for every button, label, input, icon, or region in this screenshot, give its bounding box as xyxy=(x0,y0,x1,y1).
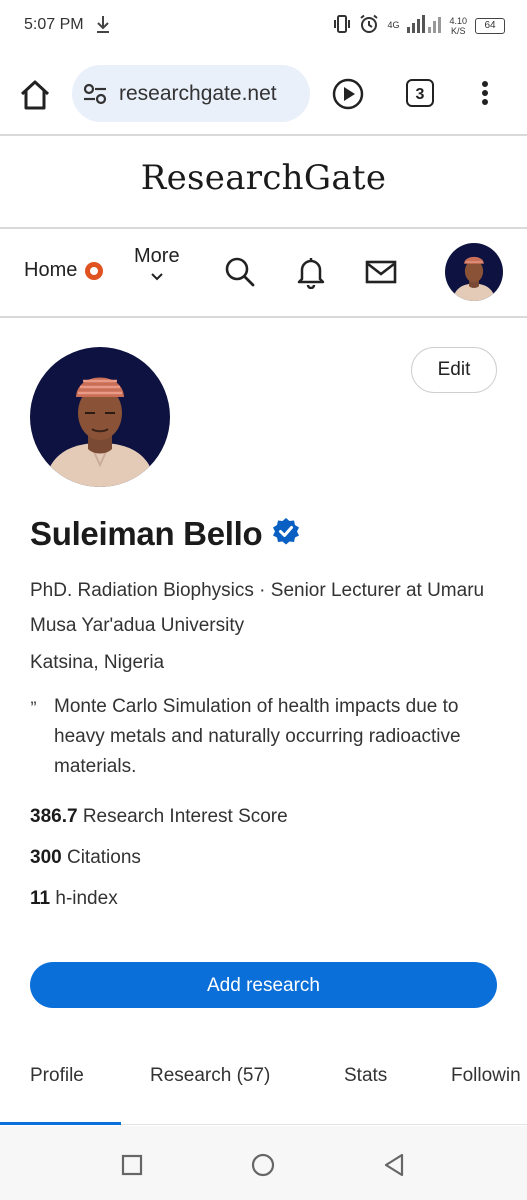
address-bar[interactable]: researchgate.net xyxy=(72,65,310,122)
divider xyxy=(0,316,527,318)
profile-name-text: Suleiman Bello xyxy=(30,515,263,552)
site-logo[interactable]: ResearchGate xyxy=(0,158,527,198)
back-icon[interactable] xyxy=(383,1153,405,1182)
search-icon[interactable] xyxy=(224,256,256,293)
signal-icon xyxy=(407,15,442,36)
edit-profile-button[interactable]: Edit xyxy=(411,347,497,393)
status-icons: 4G 4.10 K/S 64 xyxy=(333,14,505,37)
stat-h-index[interactable]: 11 h-index xyxy=(30,888,118,910)
tab-profile[interactable]: Profile xyxy=(30,1065,84,1087)
square-icon[interactable] xyxy=(121,1154,143,1181)
download-icon xyxy=(96,14,110,39)
home-icon[interactable] xyxy=(18,78,52,112)
add-research-button[interactable]: Add research xyxy=(30,962,497,1008)
nav-more[interactable]: More xyxy=(134,245,180,282)
divider xyxy=(0,134,527,136)
notification-dot-icon xyxy=(85,261,104,280)
mail-icon[interactable] xyxy=(365,259,397,290)
browser-toolbar: researchgate.net 3 xyxy=(0,52,527,134)
nav-home-label: Home xyxy=(24,259,78,281)
alarm-icon xyxy=(359,14,379,37)
nav-more-label: More xyxy=(134,245,180,267)
stat-citations[interactable]: 300 Citations xyxy=(30,847,141,869)
system-navigation-bar xyxy=(0,1126,527,1200)
active-tab-indicator xyxy=(0,1122,121,1125)
avatar[interactable] xyxy=(445,243,503,301)
quote-icon: ” xyxy=(30,698,37,714)
chevron-down-icon xyxy=(151,273,163,281)
net-speed-value: 4.10 xyxy=(449,15,467,26)
net-speed-unit: K/S xyxy=(450,25,466,36)
nav-home[interactable]: Home xyxy=(24,259,104,282)
research-interest: Monte Carlo Simulation of health impacts… xyxy=(54,696,461,777)
stat-label: h-index xyxy=(55,888,118,909)
verified-badge-icon xyxy=(272,515,300,553)
status-bar: 5:07 PM 4G 4.10 K/S 64 xyxy=(0,0,527,52)
stat-research-interest[interactable]: 386.7 Research Interest Score xyxy=(30,806,288,828)
more-vert-icon[interactable] xyxy=(480,80,490,111)
url-text: researchgate.net xyxy=(119,82,277,105)
stat-label: Citations xyxy=(66,847,141,868)
net-speed: 4.10 K/S xyxy=(449,16,467,36)
tab-following[interactable]: Followin xyxy=(451,1065,521,1087)
stat-label: Research Interest Score xyxy=(82,806,288,827)
vibrate-icon xyxy=(333,14,351,37)
battery-icon: 64 xyxy=(475,17,505,34)
circle-icon[interactable] xyxy=(251,1153,275,1182)
network-label: 4G xyxy=(387,20,400,30)
play-icon[interactable] xyxy=(332,78,364,115)
tab-research[interactable]: Research (57) xyxy=(150,1065,270,1087)
stat-value: 11 xyxy=(30,888,51,909)
battery-level: 64 xyxy=(484,19,496,31)
divider xyxy=(0,227,527,229)
tune-icon[interactable] xyxy=(82,82,108,111)
profile-location: Katsina, Nigeria xyxy=(30,652,165,673)
tab-stats[interactable]: Stats xyxy=(344,1065,387,1087)
status-time: 5:07 PM xyxy=(24,16,84,33)
profile-photo[interactable] xyxy=(30,347,170,487)
stat-value: 386.7 xyxy=(30,806,78,827)
profile-name: Suleiman Bello xyxy=(30,515,300,553)
tab-switcher-button[interactable]: 3 xyxy=(406,79,434,107)
bell-icon[interactable] xyxy=(296,255,326,294)
profile-headline: PhD. Radiation Biophysics · Senior Lectu… xyxy=(30,580,485,636)
stat-value: 300 xyxy=(30,847,62,868)
